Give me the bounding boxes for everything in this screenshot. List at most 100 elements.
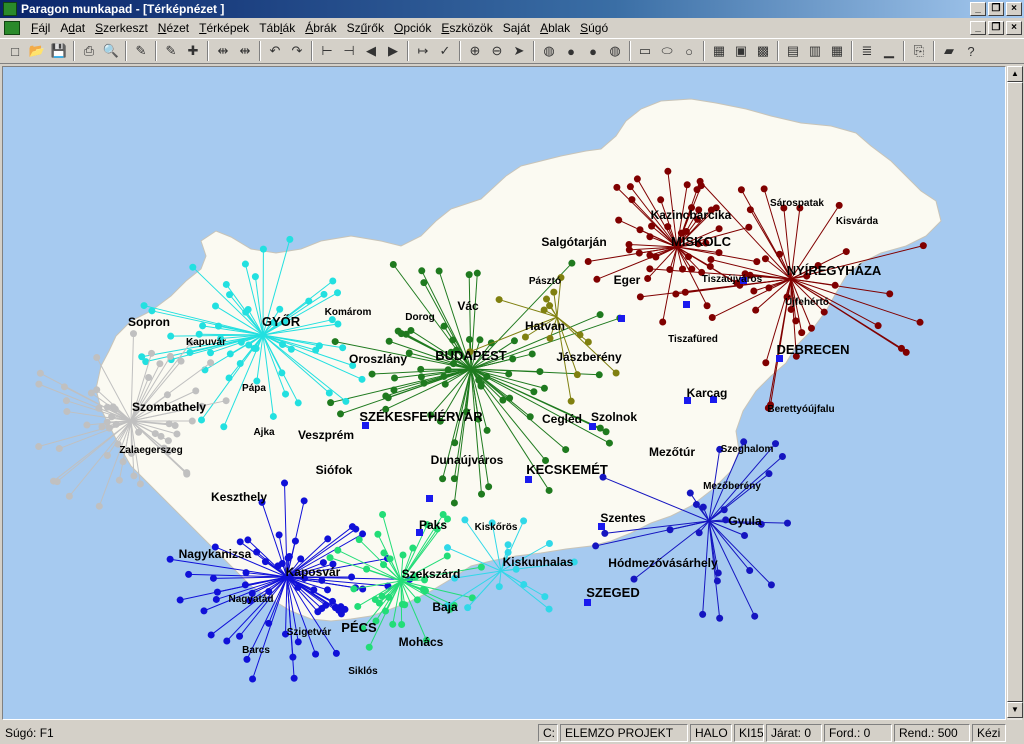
delivery-point[interactable] bbox=[720, 506, 728, 514]
delivery-point[interactable] bbox=[93, 386, 101, 394]
delivery-point[interactable] bbox=[294, 399, 302, 407]
delivery-point[interactable] bbox=[695, 529, 703, 537]
delivery-point[interactable] bbox=[546, 334, 554, 342]
menu-6[interactable]: Ábrák bbox=[300, 18, 341, 38]
doc-restore-button[interactable]: ❐ bbox=[988, 21, 1004, 35]
delivery-point[interactable] bbox=[55, 445, 63, 453]
delivery-point[interactable] bbox=[389, 620, 397, 628]
delivery-point[interactable] bbox=[613, 183, 621, 191]
delivery-point[interactable] bbox=[842, 248, 850, 256]
delivery-point[interactable] bbox=[199, 322, 207, 330]
delivery-point[interactable] bbox=[545, 605, 553, 613]
table3-icon[interactable]: ▦ bbox=[826, 40, 848, 62]
delivery-point[interactable] bbox=[324, 586, 332, 594]
delivery-point[interactable] bbox=[439, 475, 447, 483]
delivery-point[interactable] bbox=[167, 332, 175, 340]
delivery-point[interactable] bbox=[753, 258, 761, 266]
delivery-point[interactable] bbox=[334, 546, 342, 554]
delivery-point[interactable] bbox=[166, 555, 174, 563]
delivery-point[interactable] bbox=[443, 552, 451, 560]
delivery-point[interactable] bbox=[664, 167, 672, 175]
delivery-point[interactable] bbox=[350, 585, 358, 593]
delivery-point[interactable] bbox=[215, 322, 223, 330]
delivery-point[interactable] bbox=[760, 185, 768, 193]
grid2-icon[interactable]: ▣ bbox=[730, 40, 752, 62]
delivery-point[interactable] bbox=[365, 643, 373, 651]
depot-marker[interactable] bbox=[584, 599, 591, 606]
delivery-point[interactable] bbox=[103, 418, 111, 426]
delivery-point[interactable] bbox=[567, 397, 575, 405]
delivery-point[interactable] bbox=[312, 650, 320, 658]
delivery-point[interactable] bbox=[495, 296, 503, 304]
restore-button[interactable]: ❐ bbox=[988, 2, 1004, 16]
title-bar[interactable]: Paragon munkapad - [Térképnézet ] _ ❐ × bbox=[0, 0, 1024, 18]
delivery-point[interactable] bbox=[919, 242, 927, 250]
delivery-point[interactable] bbox=[478, 490, 486, 498]
globe2-icon[interactable]: ◍ bbox=[604, 40, 626, 62]
delivery-point[interactable] bbox=[130, 472, 138, 480]
export-icon[interactable]: ⎘ bbox=[908, 40, 930, 62]
delivery-point[interactable] bbox=[596, 311, 604, 319]
delivery-point[interactable] bbox=[334, 289, 342, 297]
link-icon[interactable]: ⇹ bbox=[212, 40, 234, 62]
delivery-point[interactable] bbox=[341, 605, 349, 613]
delivery-point[interactable] bbox=[332, 649, 340, 657]
delivery-point[interactable] bbox=[750, 287, 758, 295]
delivery-point[interactable] bbox=[148, 349, 156, 357]
delivery-point[interactable] bbox=[592, 542, 600, 550]
delivery-point[interactable] bbox=[626, 183, 634, 191]
delivery-point[interactable] bbox=[176, 596, 184, 604]
grid1-icon[interactable]: ▦ bbox=[708, 40, 730, 62]
delivery-point[interactable] bbox=[223, 637, 231, 645]
grid3-icon[interactable]: ▩ bbox=[752, 40, 774, 62]
delivery-point[interactable] bbox=[450, 499, 458, 507]
delivery-point[interactable] bbox=[545, 486, 553, 494]
delivery-point[interactable] bbox=[699, 610, 707, 618]
delivery-point[interactable] bbox=[696, 177, 704, 185]
delivery-point[interactable] bbox=[334, 320, 342, 328]
delivery-point[interactable] bbox=[324, 535, 332, 543]
link2-icon[interactable]: ⇹ bbox=[234, 40, 256, 62]
delivery-point[interactable] bbox=[398, 621, 406, 629]
delivery-point[interactable] bbox=[792, 317, 800, 325]
zoom-in-icon[interactable]: ⊕ bbox=[464, 40, 486, 62]
new-icon[interactable]: □ bbox=[4, 40, 26, 62]
delivery-point[interactable] bbox=[276, 305, 284, 313]
delivery-point[interactable] bbox=[601, 529, 609, 537]
scroll-up-button[interactable]: ▲ bbox=[1007, 66, 1023, 82]
delivery-point[interactable] bbox=[716, 614, 724, 622]
delivery-point[interactable] bbox=[241, 581, 249, 589]
delivery-point[interactable] bbox=[737, 186, 745, 194]
delivery-point[interactable] bbox=[765, 284, 773, 292]
delivery-point[interactable] bbox=[374, 530, 382, 538]
delivery-point[interactable] bbox=[407, 326, 415, 334]
split-icon[interactable]: ⊢ bbox=[316, 40, 338, 62]
delivery-point[interactable] bbox=[379, 510, 387, 518]
redo-icon[interactable]: ↷ bbox=[286, 40, 308, 62]
delivery-point[interactable] bbox=[98, 423, 106, 431]
delivery-point[interactable] bbox=[504, 541, 512, 549]
delivery-point[interactable] bbox=[185, 570, 193, 578]
delivery-point[interactable] bbox=[767, 581, 775, 589]
delivery-point[interactable] bbox=[164, 437, 172, 445]
menu-5[interactable]: Táblák bbox=[254, 18, 300, 38]
delivery-point[interactable] bbox=[693, 186, 701, 194]
delivery-point[interactable] bbox=[354, 602, 362, 610]
delivery-point[interactable] bbox=[703, 302, 711, 310]
delivery-point[interactable] bbox=[329, 277, 337, 285]
delivery-point[interactable] bbox=[435, 267, 443, 275]
document-icon[interactable] bbox=[4, 21, 20, 35]
delivery-point[interactable] bbox=[289, 653, 297, 661]
delivery-point[interactable] bbox=[156, 360, 164, 368]
delivery-point[interactable] bbox=[381, 607, 389, 615]
delivery-point[interactable] bbox=[186, 349, 194, 357]
delivery-point[interactable] bbox=[510, 337, 518, 345]
delivery-point[interactable] bbox=[530, 388, 538, 396]
zoom-out-icon[interactable]: ⊖ bbox=[486, 40, 508, 62]
undo-icon[interactable]: ↶ bbox=[264, 40, 286, 62]
menu-4[interactable]: Térképek bbox=[194, 18, 254, 38]
delivery-point[interactable] bbox=[200, 607, 208, 615]
delivery-point[interactable] bbox=[605, 439, 613, 447]
delivery-point[interactable] bbox=[783, 519, 791, 527]
delivery-point[interactable] bbox=[644, 275, 652, 283]
